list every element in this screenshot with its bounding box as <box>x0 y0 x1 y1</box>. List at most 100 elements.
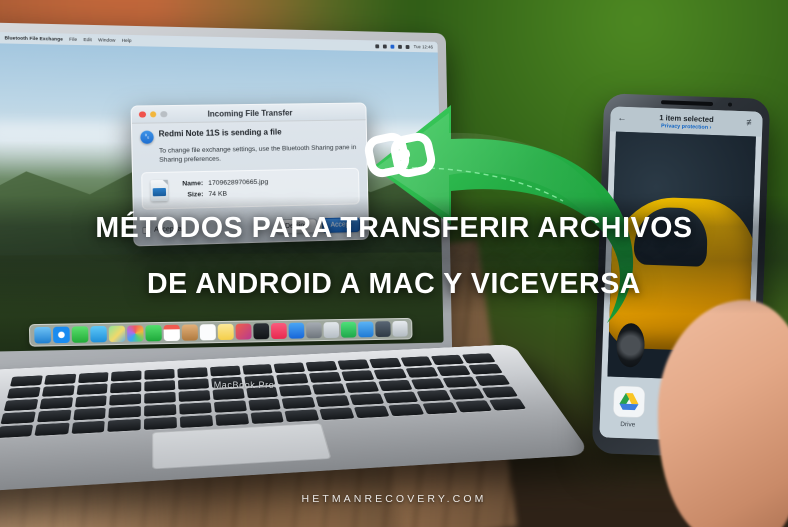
key <box>210 366 241 377</box>
key <box>214 400 247 412</box>
bluetooth-icon: ␈ <box>140 130 154 143</box>
key <box>0 425 33 438</box>
key <box>337 359 369 370</box>
key <box>144 392 175 404</box>
dock-item-mail-icon[interactable] <box>90 326 107 343</box>
dock-item-finder-icon[interactable] <box>34 327 51 344</box>
dock-item-facetime-icon[interactable] <box>145 325 162 341</box>
key <box>242 364 273 375</box>
share-target-drive-label: Drive <box>620 421 635 429</box>
key <box>316 395 350 407</box>
menubar-status-items[interactable]: Tue 12:46 <box>376 43 433 49</box>
dialog-title-bar[interactable]: Incoming File Transfer <box>132 103 366 123</box>
dock-item-safari-icon[interactable] <box>53 327 70 344</box>
key <box>71 421 105 434</box>
key <box>388 404 424 416</box>
banner-title: MÉTODOS PARA TRANSFERIR ARCHIVOS DE ANDR… <box>0 214 788 298</box>
key <box>400 356 433 366</box>
control-center-icon[interactable] <box>406 45 410 49</box>
key <box>177 367 207 378</box>
key <box>109 406 141 419</box>
phone-front-camera <box>728 102 732 106</box>
key <box>215 413 249 426</box>
dock-item-music-icon[interactable] <box>271 323 287 339</box>
key <box>4 399 38 411</box>
key <box>468 364 502 375</box>
key <box>285 409 319 422</box>
dock-item-reminders-icon[interactable] <box>200 324 216 340</box>
dock-item-appstore-icon[interactable] <box>289 323 305 339</box>
key <box>431 355 464 365</box>
dock-item-notes-icon[interactable] <box>218 324 234 340</box>
menubar-spacer <box>138 41 370 46</box>
site-watermark: HETMANRECOVERY.COM <box>0 493 788 505</box>
key <box>39 397 72 409</box>
promo-banner:  Bluetooth File Exchange File Edit Wind… <box>0 0 788 527</box>
key <box>416 390 451 402</box>
key <box>405 367 439 378</box>
dock-item-messages-icon[interactable] <box>72 326 89 343</box>
key <box>369 358 402 369</box>
key <box>144 404 176 416</box>
key <box>422 402 458 414</box>
key <box>108 419 141 432</box>
google-drive-glyph <box>618 392 640 412</box>
key <box>306 361 338 372</box>
key <box>320 407 355 420</box>
key <box>282 397 316 409</box>
key <box>144 417 177 430</box>
adjust-sliders-icon[interactable]: ≢ <box>746 118 755 127</box>
bluetooth-icon[interactable] <box>391 44 395 48</box>
dialog-headline-row: ␈ Redmi Note 11S is sending a file <box>140 126 358 143</box>
key <box>250 411 284 424</box>
menu-edit[interactable]: Edit <box>83 37 92 42</box>
menu-file[interactable]: File <box>69 37 77 42</box>
dock-item-maps-icon[interactable] <box>109 326 126 343</box>
key <box>373 369 406 380</box>
dock-item-tv-icon[interactable] <box>235 323 251 339</box>
dock-item-calendar-icon[interactable] <box>164 325 180 341</box>
file-name-value: 1709628970665.jpg <box>208 178 268 186</box>
key <box>248 399 281 411</box>
key <box>462 353 496 363</box>
search-icon[interactable] <box>399 44 403 48</box>
laptop-trackpad[interactable] <box>152 423 332 469</box>
key <box>179 390 211 402</box>
dialog-headline: Redmi Note 11S is sending a file <box>159 128 282 139</box>
dock-item-preview-icon[interactable] <box>323 322 339 338</box>
hetman-logo-icon <box>362 118 438 194</box>
title-line-2: DE ANDROID A MAC Y VICEVERSA <box>0 270 788 299</box>
menu-window[interactable]: Window <box>98 37 115 42</box>
key <box>0 412 35 425</box>
menubar-app-name[interactable]: Bluetooth File Exchange <box>4 35 63 41</box>
key <box>179 402 211 414</box>
wifi-icon[interactable] <box>376 44 380 48</box>
key <box>456 400 493 412</box>
key <box>37 410 71 423</box>
battery-icon[interactable] <box>383 44 387 48</box>
dock-item-photos-icon[interactable] <box>127 325 144 341</box>
key <box>180 415 213 428</box>
key <box>73 408 106 421</box>
key <box>354 406 389 419</box>
dialog-title: Incoming File Transfer <box>132 107 366 119</box>
share-target-drive[interactable]: Drive <box>608 386 649 429</box>
dialog-body-text: To change file exchange settings, use th… <box>159 143 359 166</box>
file-name-label: Name: <box>177 178 203 190</box>
key <box>75 395 108 407</box>
dock-item-contacts-icon[interactable] <box>182 324 198 340</box>
key <box>145 369 175 380</box>
key <box>349 393 384 405</box>
title-line-1: MÉTODOS PARA TRANSFERIR ARCHIVOS <box>0 214 788 243</box>
menu-help[interactable]: Help <box>122 38 132 43</box>
key <box>34 423 69 436</box>
dock-item-appletv-icon[interactable] <box>253 323 269 339</box>
key <box>110 394 142 406</box>
menubar-clock[interactable]: Tue 12:46 <box>414 44 433 49</box>
key <box>383 392 418 404</box>
dock-item-settings-icon[interactable] <box>306 322 322 338</box>
google-drive-icon[interactable] <box>613 386 645 418</box>
key <box>212 388 244 400</box>
key <box>437 365 471 376</box>
key <box>274 362 305 373</box>
